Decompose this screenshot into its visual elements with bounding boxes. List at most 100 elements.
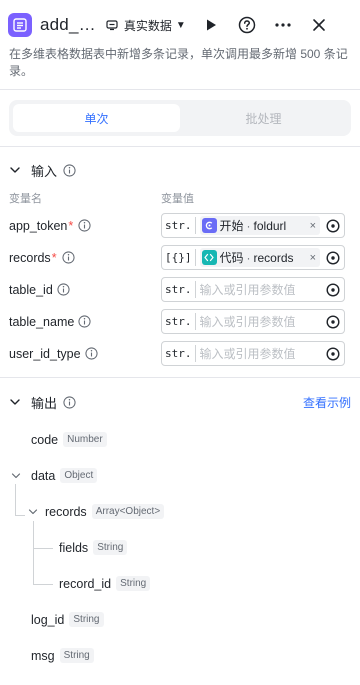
divider: [0, 146, 360, 147]
param-value-placeholder[interactable]: 输入或引用参数值: [200, 313, 321, 330]
tree-connector: [33, 548, 53, 549]
reference-separator: ·: [246, 251, 251, 265]
node-list-icon: [8, 13, 32, 37]
tree-connector: [33, 521, 34, 584]
output-field-type: String: [116, 576, 151, 591]
divider: [0, 377, 360, 378]
param-value-placeholder[interactable]: 输入或引用参数值: [200, 345, 321, 362]
output-field-name: record_id: [59, 576, 112, 591]
target-icon[interactable]: [326, 314, 340, 329]
type-selector[interactable]: str.: [165, 217, 196, 234]
output-field-log-id: log_id String: [31, 612, 104, 627]
required-mark: *: [68, 218, 74, 233]
panel-header: add_… 真实数据 ▼: [8, 10, 352, 40]
run-button[interactable]: [200, 14, 222, 36]
env-icon: [106, 20, 118, 31]
output-field-name: log_id: [31, 612, 65, 627]
type-selector[interactable]: str.: [165, 345, 196, 362]
outputs-section-header[interactable]: 输出 查看示例: [9, 392, 351, 412]
reference-separator: ·: [246, 219, 251, 233]
reference-variable: records: [253, 251, 294, 265]
param-name: app_token: [9, 218, 68, 233]
info-icon[interactable]: [57, 283, 70, 296]
output-field-record-id: record_id String: [59, 576, 151, 591]
param-value-field[interactable]: str. 输入或引用参数值: [161, 341, 345, 366]
reference-tag[interactable]: 代码 · records ×: [199, 248, 320, 267]
param-name: records: [9, 250, 51, 265]
output-field-name: records: [45, 504, 87, 519]
param-row-records: records * [{}] 代码 · records ×: [9, 245, 345, 270]
output-field-type: Number: [63, 432, 107, 447]
tab-single[interactable]: 单次: [13, 104, 180, 132]
param-value-field[interactable]: [{}] 代码 · records ×: [161, 245, 345, 270]
tree-connector: [33, 584, 53, 585]
type-selector[interactable]: str.: [165, 281, 196, 298]
help-button[interactable]: [236, 14, 258, 36]
reference-variable: foldurl: [253, 219, 287, 233]
type-selector[interactable]: str.: [165, 313, 196, 330]
clear-reference-icon[interactable]: ×: [306, 252, 316, 264]
output-field-msg: msg String: [31, 648, 94, 663]
chevron-down-icon[interactable]: [9, 396, 21, 408]
output-field-name: data: [31, 468, 56, 483]
info-icon[interactable]: [63, 163, 76, 177]
param-row-app-token: app_token * str. 开始 · foldurl ×: [9, 213, 345, 238]
param-name: table_name: [9, 314, 75, 329]
help-icon: [238, 16, 255, 34]
close-button[interactable]: [308, 14, 330, 36]
clear-reference-icon[interactable]: ×: [306, 220, 316, 232]
output-field-type: Object: [60, 468, 98, 483]
tab-batch[interactable]: 批处理: [180, 104, 347, 132]
view-example-link[interactable]: 查看示例: [303, 394, 351, 411]
info-icon[interactable]: [84, 347, 98, 360]
output-field-name: code: [31, 432, 59, 447]
info-icon[interactable]: [63, 395, 76, 409]
required-mark: *: [51, 250, 57, 265]
start-node-icon: [201, 218, 217, 233]
target-icon[interactable]: [326, 346, 340, 361]
tree-connector: [15, 515, 25, 516]
inputs-section-header[interactable]: 输入: [9, 160, 351, 180]
env-select-label: 真实数据: [123, 18, 172, 33]
output-field-fields: fields String: [59, 540, 128, 555]
chevron-down-icon[interactable]: [28, 507, 38, 517]
node-description: 在多维表格数据表中新增多条记录，单次调用最多新增 500 条记录。: [9, 47, 348, 78]
info-icon[interactable]: [78, 219, 91, 232]
chevron-down-icon[interactable]: [11, 471, 21, 481]
param-name: user_id_type: [9, 346, 81, 361]
output-field-name: msg: [31, 648, 55, 663]
env-select[interactable]: 真实数据 ▼: [106, 17, 186, 34]
output-field-records: records Array<Object>: [28, 504, 165, 519]
output-field-type: String: [69, 612, 104, 627]
param-value-placeholder[interactable]: 输入或引用参数值: [200, 281, 321, 298]
chevron-down-icon[interactable]: [9, 164, 21, 176]
node-title[interactable]: add_…: [40, 15, 96, 35]
output-field-data: data Object: [11, 468, 98, 483]
target-icon[interactable]: [326, 218, 340, 233]
target-icon[interactable]: [326, 282, 340, 297]
param-row-table-name: table_name str. 输入或引用参数值: [9, 309, 345, 334]
output-field-code: code Number: [31, 432, 107, 447]
target-icon[interactable]: [326, 250, 340, 265]
reference-node: 代码: [219, 251, 244, 265]
reference-tag[interactable]: 开始 · foldurl ×: [199, 216, 320, 235]
param-value-field[interactable]: str. 输入或引用参数值: [161, 277, 345, 302]
more-icon: [275, 23, 291, 27]
output-field-name: fields: [59, 540, 89, 555]
type-selector[interactable]: [{}]: [165, 249, 196, 266]
more-button[interactable]: [272, 14, 294, 36]
param-value-field[interactable]: str. 输入或引用参数值: [161, 309, 345, 334]
reference-node: 开始: [219, 219, 244, 233]
caret-down-icon: ▼: [175, 19, 186, 31]
param-row-table-id: table_id str. 输入或引用参数值: [9, 277, 345, 302]
param-row-user-id-type: user_id_type str. 输入或引用参数值: [9, 341, 345, 366]
output-field-type: String: [93, 540, 128, 555]
output-field-type: String: [59, 648, 94, 663]
info-icon[interactable]: [61, 251, 75, 264]
info-icon[interactable]: [78, 315, 91, 328]
param-value-field[interactable]: str. 开始 · foldurl ×: [161, 213, 345, 238]
code-node-icon: [201, 250, 217, 265]
tree-connector: [15, 484, 16, 516]
divider: [0, 89, 360, 90]
mode-tabs: 单次 批处理: [9, 100, 351, 136]
